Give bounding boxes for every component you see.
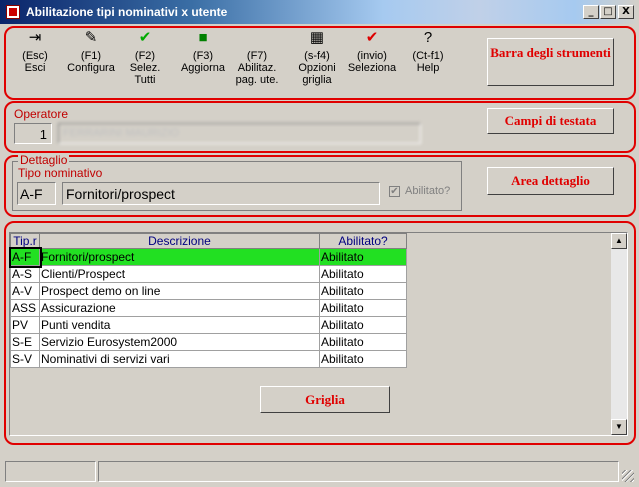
detail-group-label: Dettaglio — [18, 153, 70, 167]
tipo-nominativo-label: Tipo nominativo — [18, 166, 103, 180]
maximize-button[interactable]: □ — [600, 5, 616, 19]
table-row[interactable]: ASS Assicurazione Abilitato — [10, 299, 407, 317]
table-cell: A-V — [10, 282, 40, 300]
toolbar-label: griglia — [302, 74, 332, 86]
tipo-desc-field[interactable]: Fornitori/prospect — [62, 182, 380, 205]
toolbar-label: Configura — [67, 62, 115, 74]
resize-grip-icon[interactable] — [622, 470, 634, 482]
toolbar-label: pag. ute. — [235, 74, 279, 86]
toolbar-key-label: (F3) — [192, 50, 214, 62]
grid-options-icon: ▦ — [309, 29, 325, 46]
minimize-button[interactable]: _ — [583, 5, 599, 19]
toolbar-key-label: (Ct-f1) — [412, 50, 444, 62]
check-all-icon: ✔ — [138, 29, 152, 46]
status-panel-main — [98, 461, 619, 482]
toolbar-key-label: (Esc) — [22, 50, 48, 62]
toolbar-label: Aggiorna — [180, 62, 226, 74]
toolbar-button-4[interactable]: (F7) Abilitaz. pag. ute. — [233, 30, 281, 86]
table-cell: ASS — [10, 299, 40, 317]
header-callout: Campi di testata — [487, 108, 614, 134]
toolbar-label: Tutti — [134, 74, 156, 86]
operatore-name-field[interactable]: FERRARINI MAURIZIO — [58, 123, 421, 144]
scroll-down-arrow-icon[interactable]: ▼ — [611, 419, 627, 435]
table-cell: Abilitato — [319, 316, 407, 334]
toolbar-button-7[interactable]: ? (Ct-f1) Help — [408, 29, 448, 75]
grid-header-row: Tip.r Descrizione Abilitato? — [10, 233, 407, 249]
table-cell: Abilitato — [319, 299, 407, 317]
toolbar-button-2[interactable]: ✔ (F2) Selez. Tutti — [124, 29, 166, 87]
toolbar-button-3[interactable]: ■ (F3) Aggiorna — [178, 29, 228, 75]
toolbar-button-0[interactable]: ⇥ (Esc) Esci — [17, 29, 53, 75]
table-row[interactable]: S-E Servizio Eurosystem2000 Abilitato — [10, 333, 407, 351]
table-cell: PV — [10, 316, 40, 334]
table-row[interactable]: A-S Clienti/Prospect Abilitato — [10, 265, 407, 283]
table-cell: Abilitato — [319, 248, 407, 266]
column-header[interactable]: Abilitato? — [319, 233, 407, 249]
help-icon: ? — [423, 29, 433, 46]
toolbar-label: Esci — [24, 62, 46, 74]
table-cell: Nominativi di servizi vari — [39, 350, 320, 368]
select-check-icon: ✔ — [365, 29, 379, 46]
tipo-code-field[interactable]: A-F — [17, 182, 56, 205]
toolbar-label: Selez. — [129, 62, 161, 74]
exit-door-icon: ⇥ — [28, 29, 42, 46]
column-header[interactable]: Tip.r — [10, 233, 40, 249]
table-row[interactable]: S-V Nominativi di servizi vari Abilitato — [10, 350, 407, 368]
toolbar-key-label: (F2) — [134, 50, 156, 62]
table-cell: Abilitato — [319, 350, 407, 368]
toolbar-button-5[interactable]: ▦ (s-f4) Opzioni griglia — [297, 29, 337, 87]
table-cell: Abilitato — [319, 265, 407, 283]
toolbar-key-label: (invio) — [357, 50, 387, 62]
table-cell: S-V — [10, 350, 40, 368]
status-panel-left — [5, 461, 96, 482]
close-button[interactable]: X — [618, 5, 634, 19]
table-cell: Servizio Eurosystem2000 — [39, 333, 320, 351]
window-title: Abilitazione tipi nominativi x utente — [26, 5, 228, 19]
save-disk-icon: ■ — [198, 29, 208, 46]
blank-icon — [249, 30, 265, 46]
toolbar-key-label: (F1) — [80, 50, 102, 62]
table-cell: Fornitori/prospect — [39, 248, 320, 266]
table-cell: Assicurazione — [39, 299, 320, 317]
table-row[interactable]: PV Punti vendita Abilitato — [10, 316, 407, 334]
toolbar-label: Abilitaz. — [237, 62, 277, 74]
table-row[interactable]: A-F Fornitori/prospect Abilitato — [8, 246, 407, 268]
toolbar-key-label: (F7) — [246, 50, 268, 62]
table-cell: S-E — [10, 333, 40, 351]
abilitato-label: Abilitato? — [405, 185, 451, 197]
grid-callout: Griglia — [260, 386, 390, 413]
toolbar-button-1[interactable]: ✎ (F1) Configura — [66, 29, 116, 75]
operatore-code-field[interactable]: 1 — [14, 123, 52, 144]
table-row[interactable]: A-V Prospect demo on line Abilitato — [10, 282, 407, 300]
table-cell: A-F — [8, 246, 42, 268]
table-cell: Clienti/Prospect — [39, 265, 320, 283]
toolbar-key-label: (s-f4) — [304, 50, 330, 62]
grid-table: Tip.r Descrizione Abilitato? A-F Fornitori/… — [8, 233, 407, 368]
table-cell: A-S — [10, 265, 40, 283]
scroll-up-arrow-icon[interactable]: ▲ — [611, 233, 627, 249]
detail-callout: Area dettaglio — [487, 167, 614, 195]
abilitato-checkbox[interactable]: ✔ — [389, 186, 400, 197]
table-cell: Prospect demo on line — [39, 282, 320, 300]
app-icon — [6, 5, 20, 19]
toolbar-label: Seleziona — [347, 62, 397, 74]
toolbar-label: Opzioni — [298, 62, 336, 74]
table-cell: Punti vendita — [39, 316, 320, 334]
toolbar-button-6[interactable]: ✔ (invio) Seleziona — [345, 29, 399, 75]
configure-icon: ✎ — [84, 29, 98, 46]
operatore-label: Operatore — [14, 107, 69, 121]
toolbar-label: Help — [416, 62, 440, 74]
table-cell: Abilitato — [319, 333, 407, 351]
column-header[interactable]: Descrizione — [39, 233, 320, 249]
vertical-scrollbar[interactable]: ▲ ▼ — [611, 233, 627, 435]
toolbar-callout: Barra degli strumenti — [487, 38, 614, 86]
table-cell: Abilitato — [319, 282, 407, 300]
status-bar — [0, 458, 639, 487]
